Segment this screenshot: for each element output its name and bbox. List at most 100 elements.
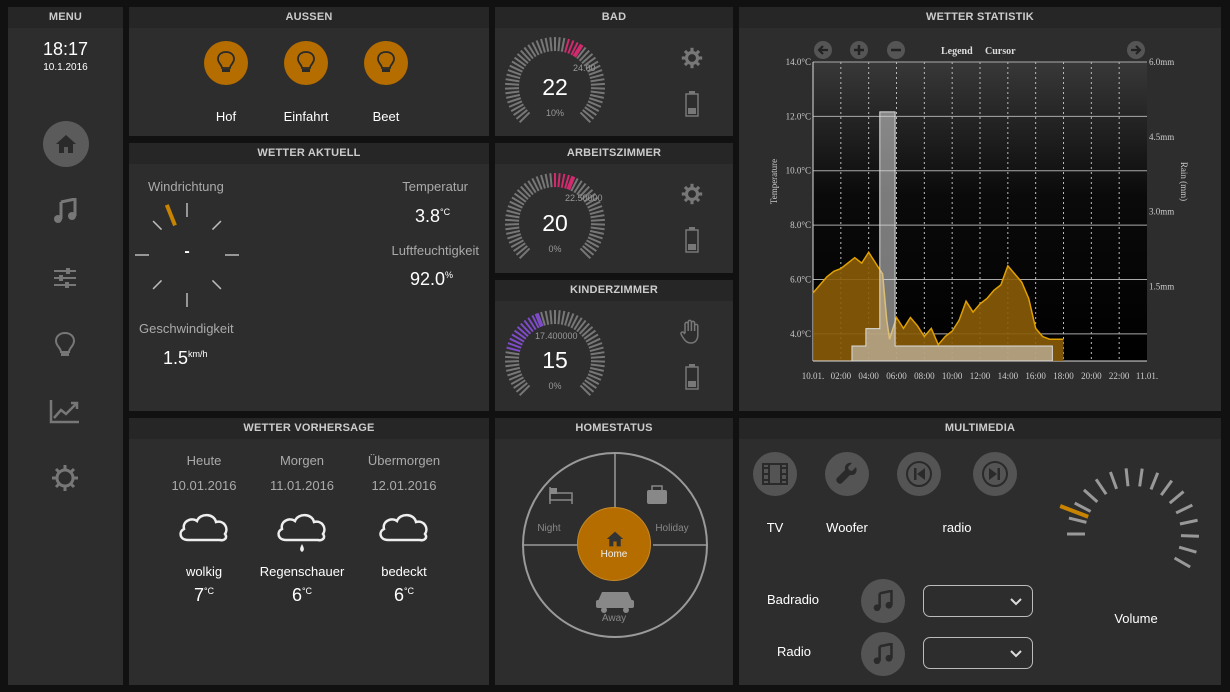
skip-next-icon: [982, 461, 1008, 487]
panel-wetter-aktuell: WETTER AKTUELL Windrichtung - Geschwindi…: [129, 143, 489, 411]
x-tick-label: 12:00: [970, 371, 991, 381]
rain-cloud-icon: [274, 506, 330, 556]
wind-speed-unit: km/h: [188, 349, 208, 359]
panel-wetter-vorhersage: WETTER VORHERSAGE Heute 10.01.2016 wolki…: [129, 418, 489, 685]
gear-icon[interactable]: [681, 47, 703, 69]
tv-button[interactable]: [753, 452, 797, 496]
forecast-temp: 6°C: [291, 585, 313, 605]
light-einfahrt-button[interactable]: [284, 41, 328, 85]
bed-icon: [549, 487, 573, 504]
panel-multimedia: MULTIMEDIA TV Woofer radio Volume Badrad…: [739, 418, 1221, 685]
x-tick-label: 16:00: [1025, 371, 1046, 381]
radio-source-select[interactable]: [923, 637, 1033, 669]
wind-speed-value: 1.5km/h: [163, 348, 208, 368]
wind-direction-center: -: [184, 243, 190, 260]
y2-tick-label: 1.5mm: [1149, 281, 1174, 291]
gauge-tick: [590, 214, 605, 219]
volume-tick: [1068, 516, 1087, 524]
light-hof-button[interactable]: [204, 41, 248, 85]
gauge-tick: [590, 90, 605, 95]
gauge-tick: [590, 226, 605, 231]
wind-direction-label: Windrichtung: [148, 179, 224, 194]
humidity-value: 92.0%: [410, 269, 454, 289]
player-label: Radio: [777, 644, 811, 659]
forecast-date: 11.01.2016: [269, 478, 335, 493]
home-icon: [606, 531, 624, 547]
next-button[interactable]: [973, 452, 1017, 496]
chart-legend-toggle[interactable]: Legend: [941, 46, 973, 57]
nav-gear-icon[interactable]: [42, 455, 88, 501]
chart-plus-icon[interactable]: [850, 41, 868, 59]
nav-home-icon[interactable]: [43, 121, 89, 167]
gear-icon[interactable]: [681, 183, 703, 205]
gauge-tick: [590, 363, 605, 368]
chart-arrow-left-icon[interactable]: [814, 41, 832, 59]
chart-arrow-right-icon[interactable]: [1127, 41, 1145, 59]
temperature-label: Temperatur: [402, 179, 468, 194]
weather-chart: 4.0°C 6.0°C 8.0°C 10.0°C 12.0°C 14.0°C 1.5mm 3.…: [769, 41, 1189, 381]
wetter-aktuell-title: WETTER AKTUELL: [129, 143, 489, 164]
wind-speed-label: Geschwindigkeit: [139, 321, 234, 336]
volume-tick: [1168, 490, 1185, 505]
forecast-temp: 7°C: [193, 585, 215, 605]
nav-music-icon[interactable]: [42, 188, 88, 234]
room-setpoint: 24.00: [573, 63, 596, 73]
light-beet-button[interactable]: [364, 41, 408, 85]
x-tick-label: 11.01.: [1136, 371, 1158, 381]
homestatus-home-button[interactable]: Home: [577, 507, 651, 581]
bulb-icon: [297, 51, 315, 72]
room-current-temp: 15: [542, 347, 568, 373]
sidebar-menu: MENU 18:17 10.1.2016: [8, 7, 123, 685]
gauge-tick: [557, 310, 561, 325]
gauge-tick: [560, 310, 566, 325]
nav-settings-sliders-icon[interactable]: [42, 255, 88, 301]
film-icon: [762, 463, 788, 485]
homestatus-away-button[interactable]: Away: [591, 613, 637, 624]
panel-room-bad: BAD 22 24.00 10%: [495, 7, 733, 136]
volume-tick: [1124, 468, 1130, 487]
panel-aussen: AUSSEN Hof Einfahrt Beet: [129, 7, 489, 136]
badradio-music-button[interactable]: [861, 579, 905, 623]
y2-tick-label: 6.0mm: [1149, 57, 1174, 67]
nav-chart-icon[interactable]: [42, 388, 88, 434]
radio-music-button[interactable]: [861, 632, 905, 676]
gauge-tick: [564, 311, 570, 326]
room-current-temp: 22: [542, 74, 568, 100]
gauge-tick: [505, 355, 520, 359]
gauge-tick: [589, 73, 604, 80]
music-note-icon: [873, 643, 893, 665]
room-valve: 10%: [545, 108, 564, 118]
gauge-tick: [549, 37, 553, 52]
forecast-desc: bedeckt: [381, 564, 427, 579]
homestatus-night-button[interactable]: Night: [529, 523, 569, 534]
gauge-tick: [590, 78, 605, 83]
x-tick-label: 20:00: [1081, 371, 1102, 381]
hand-stop-icon[interactable]: [679, 319, 703, 345]
forecast-date: 10.01.2016: [171, 478, 237, 493]
homestatus-holiday-button[interactable]: Holiday: [647, 523, 697, 534]
chart-minus-icon[interactable]: [887, 41, 905, 59]
clock-date: 10.1.2016: [43, 62, 88, 73]
previous-button[interactable]: [897, 452, 941, 496]
room-title: ARBEITSZIMMER: [495, 143, 733, 164]
wrench-icon: [836, 462, 857, 484]
volume-tick: [1173, 556, 1191, 569]
x-tick-label: 04:00: [858, 371, 879, 381]
volume-label: Volume: [1114, 611, 1158, 626]
forecast-temp-unit: °C: [301, 586, 313, 596]
battery-icon: [685, 227, 699, 253]
badradio-source-select[interactable]: [923, 585, 1033, 617]
light-label: Beet: [372, 109, 400, 124]
gauge-tick: [505, 82, 520, 86]
room-valve: 0%: [548, 244, 562, 254]
volume-dial[interactable]: [1053, 444, 1213, 594]
cloud-icon: [176, 506, 232, 556]
chart-cursor-toggle[interactable]: Cursor: [985, 46, 1016, 57]
nav-light-icon[interactable]: [42, 322, 88, 368]
battery-icon: [685, 91, 699, 117]
woofer-button[interactable]: [825, 452, 869, 496]
gauge-tick: [590, 82, 605, 86]
volume-tick: [1082, 488, 1099, 503]
gauge-tick: [590, 218, 605, 222]
temperature-value: 3.8°C: [415, 206, 451, 226]
